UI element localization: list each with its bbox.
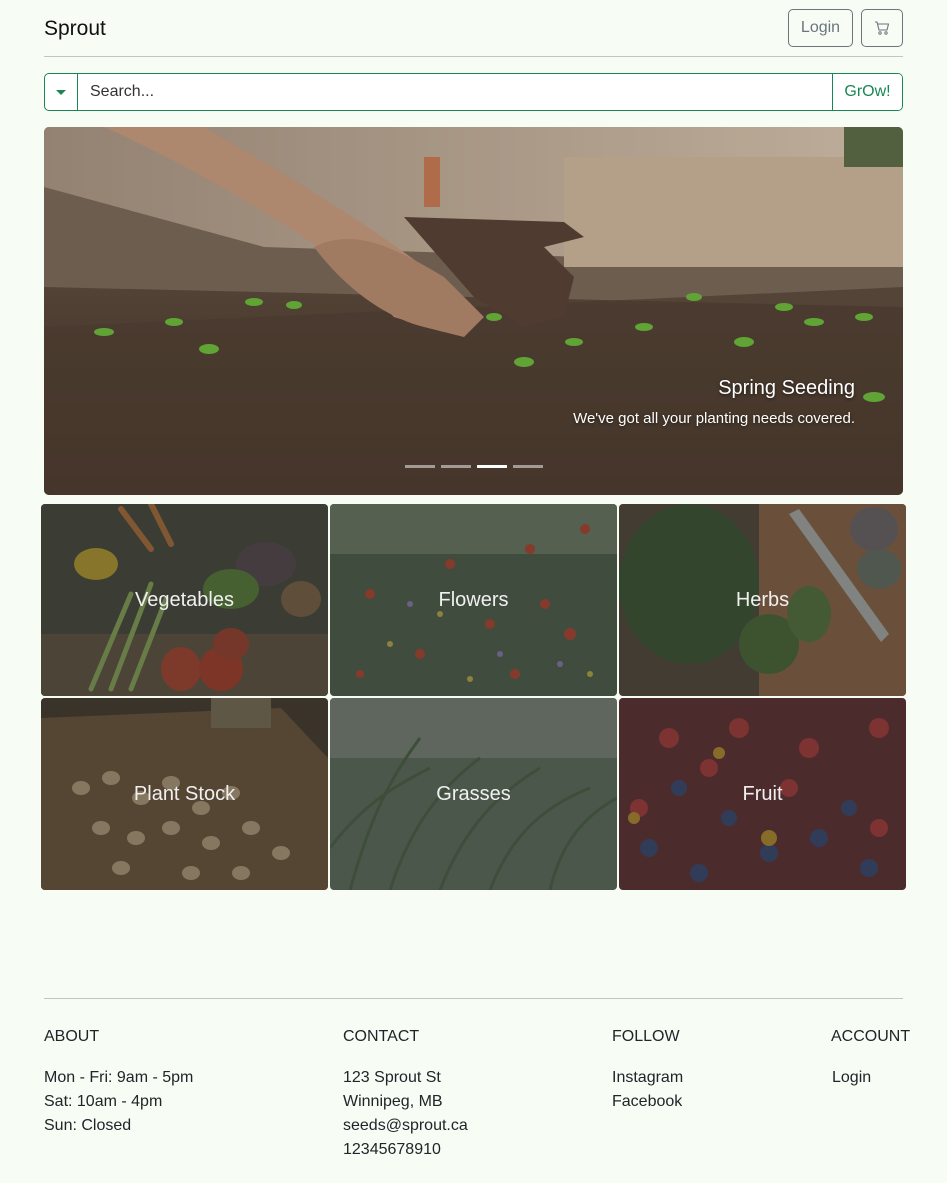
carousel-indicator-3[interactable] — [477, 465, 507, 468]
footer-about-heading: ABOUT — [44, 1028, 100, 1045]
category-label: Flowers — [438, 588, 509, 611]
footer-about: ABOUT Mon - Fri: 9am - 5pm Sat: 10am - 4… — [44, 1028, 193, 1138]
footer-contact: CONTACT 123 Sprout St Winnipeg, MB seeds… — [343, 1028, 468, 1162]
footer-divider — [44, 998, 903, 999]
hours-saturday: Sat: 10am - 4pm — [44, 1093, 163, 1110]
footer-follow: FOLLOW Instagram Facebook — [612, 1028, 683, 1114]
category-tile-herbs[interactable]: Herbs — [619, 504, 906, 696]
category-tile-grasses[interactable]: Grasses — [330, 698, 617, 890]
facebook-link[interactable]: Facebook — [612, 1090, 683, 1114]
carousel-indicator-4[interactable] — [513, 465, 543, 468]
instagram-link[interactable]: Instagram — [612, 1066, 683, 1090]
category-label: Herbs — [735, 588, 790, 611]
footer-login-link[interactable]: Login — [832, 1066, 910, 1090]
category-tile-vegetables[interactable]: Vegetables — [41, 504, 328, 696]
footer-account: ACCOUNT Login — [831, 1028, 910, 1090]
brand-logo[interactable]: Sprout — [44, 17, 106, 41]
contact-city: Winnipeg, MB — [343, 1093, 443, 1110]
carousel-caption-text: We've got all your planting needs covere… — [573, 410, 855, 427]
carousel-caption-title: Spring Seeding — [718, 377, 855, 399]
cart-button[interactable] — [861, 9, 903, 47]
category-label: Grasses — [436, 782, 511, 805]
caret-down-icon — [56, 89, 66, 95]
carousel-indicator-1[interactable] — [405, 465, 435, 468]
category-label: Fruit — [742, 782, 783, 805]
footer-account-heading: ACCOUNT — [831, 1028, 911, 1045]
search-input[interactable] — [78, 74, 832, 110]
carousel-slide-image — [44, 127, 903, 495]
contact-street: 123 Sprout St — [343, 1069, 441, 1086]
carousel-indicator-2[interactable] — [441, 465, 471, 468]
hours-sunday: Sun: Closed — [44, 1117, 132, 1134]
navbar: Sprout Login — [44, 0, 903, 57]
carousel-indicators — [405, 465, 543, 468]
category-label: Vegetables — [135, 588, 234, 611]
category-tile-plant-stock[interactable]: Plant Stock — [41, 698, 328, 890]
search-category-dropdown[interactable] — [45, 74, 78, 110]
footer-contact-heading: CONTACT — [343, 1028, 420, 1045]
carousel-caption: Spring Seeding We've got all your planti… — [573, 377, 855, 427]
category-tile-flowers[interactable]: Flowers — [330, 504, 617, 696]
footer-follow-heading: FOLLOW — [612, 1028, 680, 1045]
hours-weekday: Mon - Fri: 9am - 5pm — [44, 1069, 194, 1086]
cart-icon — [875, 21, 890, 35]
search-submit-button[interactable]: GrOw! — [832, 74, 902, 110]
category-label: Plant Stock — [133, 782, 236, 805]
category-tile-fruit[interactable]: Fruit — [619, 698, 906, 890]
hero-carousel[interactable]: Spring Seeding We've got all your planti… — [44, 127, 903, 495]
contact-email[interactable]: seeds@sprout.ca — [343, 1114, 468, 1138]
search-bar: GrOw! — [44, 73, 903, 111]
contact-phone[interactable]: 12345678910 — [343, 1138, 468, 1162]
login-button[interactable]: Login — [788, 9, 853, 47]
